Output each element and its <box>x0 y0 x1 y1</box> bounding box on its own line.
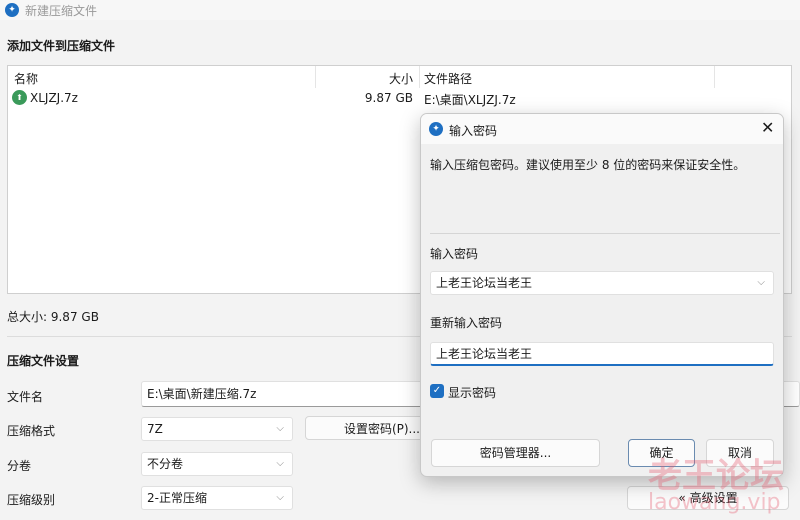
confirm-password-input[interactable]: 上老王论坛当老王 <box>430 342 774 366</box>
add-section-title: 添加文件到压缩文件 <box>7 39 116 53</box>
column-header-path[interactable]: 文件路径 <box>424 70 472 87</box>
column-header-name[interactable]: 名称 <box>14 70 38 87</box>
show-password-label[interactable]: 显示密码 <box>448 384 496 401</box>
password-dialog: ✦ 输入密码 ✕ 输入压缩包密码。建议使用至少 8 位的密码来保证安全性。 输入… <box>420 113 784 477</box>
file-size: 9.87 GB <box>364 91 413 105</box>
dialog-title-bar: ✦ 输入密码 ✕ <box>421 114 783 144</box>
close-icon[interactable]: ✕ <box>761 118 774 137</box>
level-label: 压缩级别 <box>7 493 56 507</box>
set-password-button[interactable]: 设置密码(P)... <box>305 416 425 440</box>
file-name: XLJZJ.7z <box>30 91 78 105</box>
title-bar: ✦ 新建压缩文件 <box>0 0 800 20</box>
password-input[interactable]: 上老王论坛当老王 ⌵ <box>430 271 774 295</box>
watermark-url: laowang.vip <box>648 490 781 515</box>
total-size: 总大小: 9.87 GB <box>7 310 99 324</box>
column-header-size[interactable]: 大小 <box>378 70 413 87</box>
password-manager-button[interactable]: 密码管理器... <box>431 439 600 467</box>
split-select[interactable]: 不分卷 ⌵ <box>141 452 293 476</box>
7z-archive-icon: ⬆ <box>12 90 27 105</box>
format-select[interactable]: 7Z ⌵ <box>141 417 293 441</box>
chevron-down-icon: ⌵ <box>276 492 284 503</box>
settings-title: 压缩文件设置 <box>7 354 80 368</box>
show-password-checkbox[interactable]: ✓ <box>430 384 444 398</box>
confirm-password-label: 重新输入密码 <box>430 316 503 330</box>
split-label: 分卷 <box>7 459 32 473</box>
chevron-down-icon: ⌵ <box>276 458 284 469</box>
dialog-description: 输入压缩包密码。建议使用至少 8 位的密码来保证安全性。 <box>430 158 746 172</box>
dialog-title: 输入密码 <box>449 124 498 138</box>
level-select[interactable]: 2-正常压缩 ⌵ <box>141 486 293 510</box>
app-logo-icon: ✦ <box>429 122 443 136</box>
chevron-down-icon: ⌵ <box>757 277 765 288</box>
divider <box>430 233 780 234</box>
app-logo-icon: ✦ <box>5 3 19 17</box>
table-row[interactable]: ⬆ XLJZJ.7z 9.87 GB E:\桌面\XLJZJ.7z <box>8 88 791 108</box>
password-label: 输入密码 <box>430 247 479 261</box>
window-title: 新建压缩文件 <box>25 4 98 18</box>
chevron-down-icon: ⌵ <box>276 423 284 434</box>
filename-label: 文件名 <box>7 390 44 404</box>
format-label: 压缩格式 <box>7 424 56 438</box>
file-path: E:\桌面\XLJZJ.7z <box>424 93 516 107</box>
